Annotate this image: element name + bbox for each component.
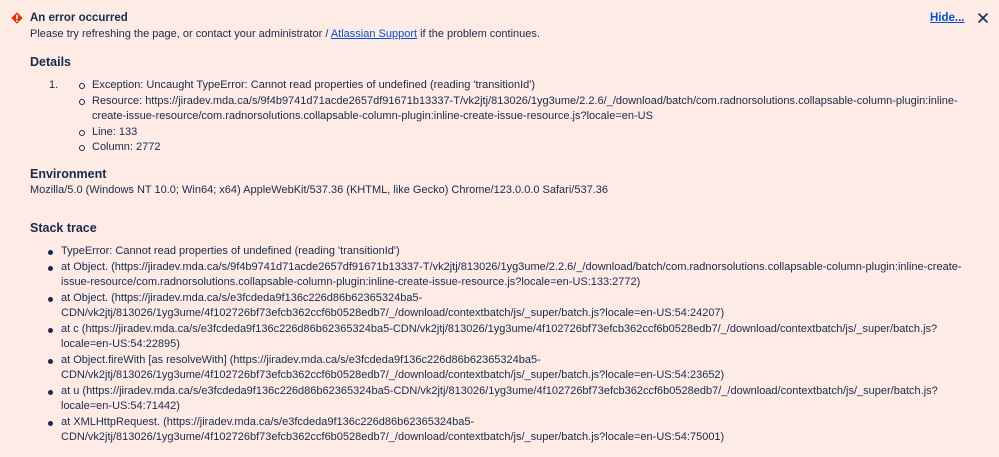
stack-trace-item: TypeError: Cannot read properties of und… bbox=[46, 244, 966, 260]
hide-button[interactable]: Hide... bbox=[930, 11, 965, 27]
stack-trace-item: at Object. (https://jiradev.mda.ca/s/9f4… bbox=[46, 260, 966, 291]
resource-detail: Resource: https://jiradev.mda.ca/s/9f4b9… bbox=[78, 94, 978, 125]
line-detail: Line: 133 bbox=[78, 125, 978, 141]
column-detail: Column: 2772 bbox=[78, 140, 978, 156]
error-icon bbox=[11, 12, 23, 24]
error-message: Please try refreshing the page, or conta… bbox=[30, 27, 540, 43]
atlassian-support-link[interactable]: Atlassian Support bbox=[331, 28, 417, 40]
details-heading: Details bbox=[30, 55, 71, 69]
stack-trace-list: TypeError: Cannot read properties of und… bbox=[46, 244, 966, 446]
details-item-number: 1. bbox=[49, 79, 59, 91]
stack-trace-item: at Object.fireWith [as resolveWith] (htt… bbox=[46, 353, 966, 384]
details-list: Exception: Uncaught TypeError: Cannot re… bbox=[78, 78, 978, 156]
stack-trace-item: at XMLHttpRequest. (https://jiradev.mda.… bbox=[46, 415, 966, 446]
error-title: An error occurred bbox=[30, 12, 128, 24]
error-message-prefix: Please try refreshing the page, or conta… bbox=[30, 28, 331, 40]
close-icon[interactable] bbox=[976, 11, 990, 25]
error-banner: An error occurred Please try refreshing … bbox=[0, 0, 999, 457]
environment-heading: Environment bbox=[30, 167, 107, 181]
stack-trace-item: at u (https://jiradev.mda.ca/s/e3fcdeda9… bbox=[46, 384, 966, 415]
stack-trace-heading: Stack trace bbox=[30, 221, 97, 235]
exception-detail: Exception: Uncaught TypeError: Cannot re… bbox=[78, 78, 978, 94]
user-agent-text: Mozilla/5.0 (Windows NT 10.0; Win64; x64… bbox=[30, 184, 608, 196]
stack-trace-item: at Object. (https://jiradev.mda.ca/s/e3f… bbox=[46, 291, 966, 322]
error-message-suffix: if the problem continues. bbox=[417, 28, 540, 40]
stack-trace-item: at c (https://jiradev.mda.ca/s/e3fcdeda9… bbox=[46, 322, 966, 353]
